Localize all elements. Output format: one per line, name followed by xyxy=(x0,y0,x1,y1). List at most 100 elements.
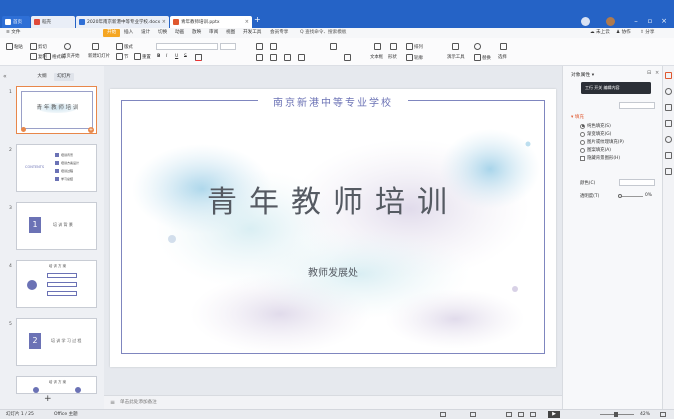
select-button[interactable] xyxy=(500,43,507,50)
close-panel-icon[interactable]: × xyxy=(655,70,659,76)
number-list-button[interactable] xyxy=(270,43,277,50)
find-button[interactable] xyxy=(474,43,481,50)
command-search[interactable]: Q 查找命令、搜索模板 xyxy=(300,29,346,37)
slide-thumbnail-1[interactable]: 青 年 教 师 培 训 + xyxy=(16,86,97,134)
align-right-button[interactable] xyxy=(284,54,291,61)
collaborate-button[interactable]: ♟ 协作 xyxy=(616,29,631,37)
fill-section-header[interactable]: ▾ 填充 xyxy=(571,114,584,120)
close-tab-icon[interactable]: × xyxy=(245,19,249,25)
color-picker[interactable] xyxy=(619,179,655,186)
text-direction-button[interactable] xyxy=(330,43,337,50)
play-slide-icon[interactable] xyxy=(21,127,26,132)
slide-subtitle[interactable]: 教师发展处 xyxy=(110,264,556,279)
tab-slides[interactable]: 幻灯片 xyxy=(54,73,74,81)
notes-toggle-icon[interactable] xyxy=(440,412,446,417)
menu-insert[interactable]: 插入 xyxy=(124,29,133,37)
transparency-value[interactable]: 0% xyxy=(645,193,652,198)
add-slide-button[interactable]: + xyxy=(44,394,52,404)
gradient-fill-radio[interactable]: 渐变填充(G) xyxy=(580,131,611,137)
menu-developer[interactable]: 开发工具 xyxy=(243,29,261,37)
resource-icon[interactable] xyxy=(665,136,672,143)
pin-icon[interactable]: ⊟ xyxy=(647,70,651,76)
add-after-icon[interactable]: + xyxy=(88,127,94,133)
zoom-handle[interactable] xyxy=(614,412,618,417)
menu-design[interactable]: 设计 xyxy=(141,29,150,37)
reset-button[interactable]: 重置 xyxy=(134,53,151,60)
tab-docx[interactable]: 2020年南京新港中等专业学校.docx × xyxy=(76,16,169,28)
fill-type-select[interactable] xyxy=(619,102,655,109)
avatar[interactable] xyxy=(606,17,615,26)
pattern-fill-radio[interactable]: 图案填充(A) xyxy=(580,147,611,153)
slide-thumbnail-4[interactable]: 培 训 方 案 xyxy=(16,260,97,308)
menu-transition[interactable]: 切换 xyxy=(158,29,167,37)
tab-docer[interactable]: 稻壳 xyxy=(31,16,75,28)
justify-button[interactable] xyxy=(298,54,305,61)
zoom-level[interactable]: 42% xyxy=(640,410,650,419)
textbox-button[interactable] xyxy=(374,43,381,50)
properties-icon[interactable] xyxy=(665,72,672,79)
slide-thumbnail-5[interactable]: 2 培 训 学 习 过 程 xyxy=(16,318,97,366)
menu-review[interactable]: 审阅 xyxy=(209,29,218,37)
slideshow-button[interactable]: ▶ xyxy=(548,411,560,418)
new-slide-button[interactable] xyxy=(92,43,99,50)
slider-handle[interactable] xyxy=(618,194,622,198)
menu-slideshow[interactable]: 放映 xyxy=(192,29,201,37)
paste-button[interactable]: 粘贴 xyxy=(6,43,23,50)
section-button[interactable]: 节 xyxy=(116,53,128,60)
play-from-current-button[interactable] xyxy=(64,43,71,50)
bullet-list-button[interactable] xyxy=(256,43,263,50)
solid-fill-radio[interactable]: 纯色填充(S) xyxy=(580,123,611,129)
reading-view-icon[interactable] xyxy=(530,412,536,417)
hide-background-checkbox[interactable]: 隐藏背景图形(H) xyxy=(580,155,620,161)
picture-fill-radio[interactable]: 图片或纹理填充(P) xyxy=(580,139,624,145)
replace-button[interactable]: 替换 xyxy=(474,54,491,61)
collapse-panel-icon[interactable]: « xyxy=(3,73,7,80)
font-color-button[interactable] xyxy=(195,54,202,61)
design-icon[interactable] xyxy=(665,88,672,95)
slide-canvas[interactable]: 南京新港中等专业学校 青年教师培训 教师发展处 xyxy=(110,89,556,367)
share-button[interactable]: ⇪ 分享 xyxy=(640,29,655,37)
cut-button[interactable]: 剪切 xyxy=(30,43,47,50)
close-tab-icon[interactable]: × xyxy=(162,19,166,25)
italic-button[interactable]: I xyxy=(166,54,167,59)
menu-animation[interactable]: 动画 xyxy=(175,29,184,37)
strike-button[interactable]: S xyxy=(184,54,187,59)
transparency-slider[interactable] xyxy=(619,196,643,197)
layout-button[interactable]: 版式 xyxy=(116,43,133,50)
slide-thumbnail-3[interactable]: 1 培 训 背 景 xyxy=(16,202,97,250)
font-size-select[interactable] xyxy=(220,43,236,50)
slide-thumbnail-6[interactable]: 培 训 方 案 xyxy=(16,376,97,394)
tab-home[interactable]: 首页 xyxy=(2,16,30,28)
minimize-icon[interactable]: – xyxy=(631,16,641,26)
animation-icon[interactable] xyxy=(665,104,672,111)
close-icon[interactable]: × xyxy=(659,16,669,26)
menu-home[interactable]: 开始 xyxy=(103,29,121,37)
align-left-button[interactable] xyxy=(256,54,263,61)
menu-member[interactable]: 会员专享 xyxy=(270,29,288,37)
align-center-button[interactable] xyxy=(270,54,277,61)
cloud-status[interactable]: ☁ 未上云 xyxy=(590,29,610,37)
new-tab-button[interactable]: + xyxy=(254,15,261,24)
slide-thumbnail-2[interactable]: CONTENTS 培训背景 培训方案设计 培训过程 学习总结 xyxy=(16,144,97,192)
shape-icon[interactable] xyxy=(665,120,672,127)
notes-pane[interactable]: ≡ 单击此处添加备注 xyxy=(104,395,562,409)
school-name[interactable]: 南京新港中等专业学校 xyxy=(110,94,556,109)
more-icon[interactable] xyxy=(665,168,672,175)
fit-window-icon[interactable] xyxy=(660,412,666,417)
settings-icon[interactable] xyxy=(665,152,672,159)
skin-icon[interactable] xyxy=(581,17,590,26)
maximize-icon[interactable]: ▫ xyxy=(645,16,655,26)
arrange-button[interactable]: 排列 xyxy=(406,43,423,50)
slide-title[interactable]: 青年教师培训 xyxy=(110,177,556,221)
sorter-view-icon[interactable] xyxy=(518,412,524,417)
bold-button[interactable]: B xyxy=(157,54,160,59)
shape-button[interactable] xyxy=(390,43,397,50)
smart-convert-button[interactable] xyxy=(344,54,351,61)
tab-outline[interactable]: 大纲 xyxy=(32,73,52,81)
panel-title[interactable]: 对象属性 ▾ xyxy=(571,71,594,78)
outline-button[interactable]: 轮廓 xyxy=(406,54,423,61)
underline-button[interactable]: U xyxy=(175,54,178,59)
normal-view-icon[interactable] xyxy=(506,412,512,417)
comment-icon[interactable] xyxy=(470,412,476,417)
font-family-select[interactable] xyxy=(156,43,218,50)
